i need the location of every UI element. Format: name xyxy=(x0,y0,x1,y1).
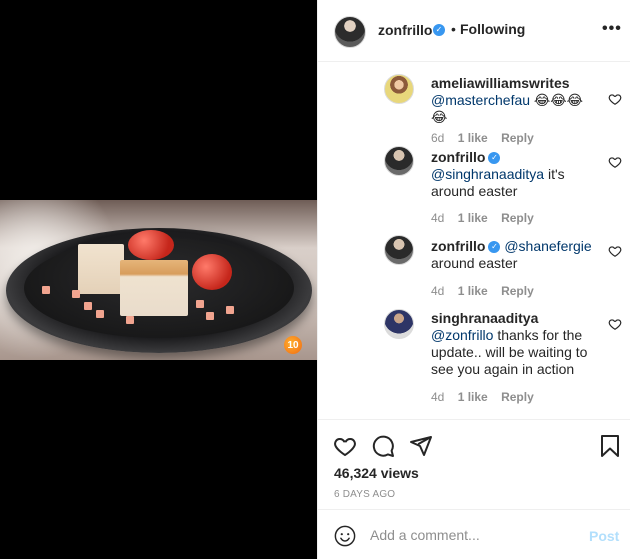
comment-input[interactable] xyxy=(370,524,570,546)
post-header: zonfrillo ✓ • Following ••• xyxy=(318,0,630,62)
more-options-icon[interactable]: ••• xyxy=(602,20,622,38)
comment-meta: 6d 1 like Reply xyxy=(431,131,544,145)
comment-text: singhranaaditya @zonfrillo thanks for th… xyxy=(431,310,596,378)
bookmark-icon[interactable] xyxy=(598,434,622,458)
reply-button[interactable]: Reply xyxy=(501,211,534,225)
heart-icon[interactable] xyxy=(608,317,622,331)
comment-text: zonfrillo ✓ @singhranaaditya it's around … xyxy=(431,149,596,200)
reply-button[interactable]: Reply xyxy=(501,284,534,298)
comment-username[interactable]: zonfrillo xyxy=(431,238,485,254)
verified-badge-icon: ✓ xyxy=(488,241,501,254)
garnish-dot xyxy=(196,300,204,308)
separator-dot: • xyxy=(451,21,456,37)
post-sidebar: zonfrillo ✓ • Following ••• ameliawillia… xyxy=(317,0,630,559)
author-username[interactable]: zonfrillo xyxy=(378,22,432,38)
comment-meta: 4d 1 like Reply xyxy=(431,284,544,298)
verified-badge-icon: ✓ xyxy=(433,24,445,36)
verified-badge-icon: ✓ xyxy=(488,152,501,165)
share-icon[interactable] xyxy=(409,434,433,458)
video-frame[interactable]: 10 xyxy=(0,200,317,360)
following-button[interactable]: Following xyxy=(460,21,525,37)
garnish-dot xyxy=(206,312,214,320)
garnish-dot xyxy=(226,306,234,314)
avatar[interactable] xyxy=(384,309,414,339)
garnish-dot xyxy=(72,290,80,298)
post-date[interactable]: 6 DAYS AGO xyxy=(334,489,395,500)
comment-username[interactable]: zonfrillo xyxy=(431,149,485,165)
reply-button[interactable]: Reply xyxy=(501,390,534,404)
comment-age: 4d xyxy=(431,211,445,225)
comment-username[interactable]: singhranaaditya xyxy=(431,310,538,326)
garnish-dot xyxy=(84,302,92,310)
comment-age: 6d xyxy=(431,131,445,145)
food-piece xyxy=(78,244,124,294)
tomato-garnish xyxy=(128,230,174,260)
comment-age: 4d xyxy=(431,284,445,298)
post-button[interactable]: Post xyxy=(589,528,619,544)
heart-icon[interactable] xyxy=(333,434,357,458)
heart-icon[interactable] xyxy=(608,92,622,106)
heart-icon[interactable] xyxy=(608,244,622,258)
comment-icon[interactable] xyxy=(371,434,395,458)
garnish-dot xyxy=(42,286,50,294)
comment-likes[interactable]: 1 like xyxy=(458,284,488,298)
comment-mention[interactable]: @masterchefau xyxy=(431,92,530,108)
channel-logo: 10 xyxy=(284,336,302,354)
comment-likes[interactable]: 1 like xyxy=(458,211,488,225)
comment-likes[interactable]: 1 like xyxy=(458,390,488,404)
tomato-garnish xyxy=(192,254,232,290)
garnish-dot xyxy=(96,310,104,318)
heart-icon[interactable] xyxy=(608,155,622,169)
comment-meta: 4d 1 like Reply xyxy=(431,211,544,225)
comment-username[interactable]: ameliawilliamswrites xyxy=(431,75,570,91)
comment-likes[interactable]: 1 like xyxy=(458,131,488,145)
avatar[interactable] xyxy=(384,146,414,176)
post-actions: 46,324 views 6 DAYS AGO xyxy=(318,419,630,509)
add-comment-bar: Post xyxy=(318,509,630,559)
pork-belly xyxy=(120,260,188,316)
comment-mention[interactable]: @zonfrillo xyxy=(431,327,493,343)
comment-list[interactable]: ameliawilliamswrites @masterchefau 😂😂😂😂 … xyxy=(318,62,630,419)
avatar[interactable] xyxy=(334,16,366,48)
comment-meta: 4d 1 like Reply xyxy=(431,390,544,404)
comment-text: ameliawilliamswrites @masterchefau 😂😂😂😂 xyxy=(431,75,596,126)
comment-age: 4d xyxy=(431,390,445,404)
avatar[interactable] xyxy=(384,74,414,104)
post-media[interactable]: 10 xyxy=(0,0,317,559)
comment-text: zonfrillo ✓ @shanefergie around easter xyxy=(431,238,601,272)
avatar[interactable] xyxy=(384,235,414,265)
comment-body: around easter xyxy=(431,255,518,271)
view-count[interactable]: 46,324 views xyxy=(334,465,419,481)
emoji-icon[interactable] xyxy=(334,525,356,547)
comment-mention[interactable]: @shanefergie xyxy=(504,238,591,254)
comment-mention[interactable]: @singhranaaditya xyxy=(431,166,544,182)
reply-button[interactable]: Reply xyxy=(501,131,534,145)
garnish-dot xyxy=(126,316,134,324)
